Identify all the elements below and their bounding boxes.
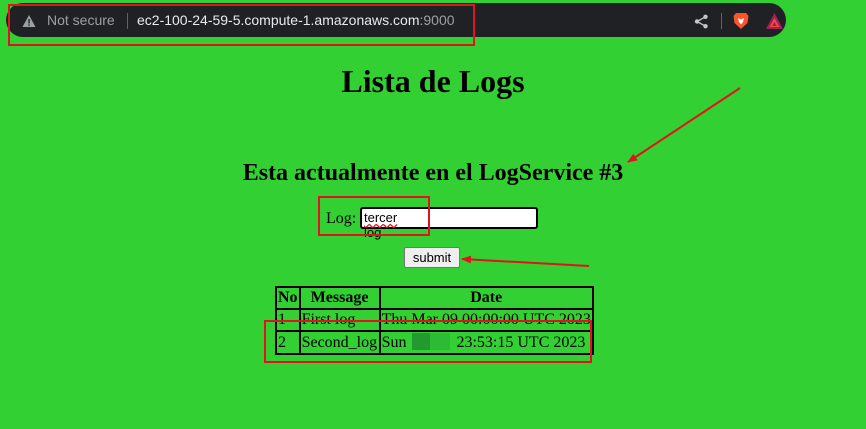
cell-no: 2 — [276, 331, 300, 354]
cell-message: First log — [299, 309, 380, 331]
redaction-block — [412, 333, 451, 350]
logs-table: No Message Date 1 First log Thu Mar 09 0… — [275, 286, 594, 355]
divider — [721, 13, 722, 29]
cell-no: 1 — [276, 309, 300, 331]
table-row: 1 First log Thu Mar 09 00:00:00 UTC 2023 — [276, 309, 593, 331]
brave-lion-icon[interactable] — [732, 12, 750, 30]
date-prefix: Sun — [381, 334, 407, 351]
url-port: :9000 — [419, 12, 455, 28]
brave-rewards-icon[interactable] — [765, 12, 784, 30]
cell-date: Sun 23:53:15 UTC 2023 — [379, 331, 593, 354]
divider — [127, 13, 128, 29]
browser-toolbar: Not secure ec2-100-24-59-5.compute-1.ama… — [0, 0, 866, 40]
log-label: Log: — [326, 210, 357, 227]
url-text[interactable]: ec2-100-24-59-5.compute-1.amazonaws.com:… — [137, 12, 455, 28]
table-row: 2 Second_log Sun 23:53:15 UTC 2023 — [276, 331, 593, 354]
security-status[interactable]: Not secure — [47, 12, 115, 28]
service-subtitle: Esta actualmente en el LogService #3 — [242, 160, 624, 186]
date-suffix: 23:53:15 UTC 2023 — [456, 334, 586, 351]
url-host: ec2-100-24-59-5.compute-1.amazonaws.com — [137, 12, 420, 28]
cell-date: Thu Mar 09 00:00:00 UTC 2023 — [379, 309, 593, 331]
header-no: No — [276, 287, 300, 309]
cell-message: Second_log — [299, 331, 380, 354]
address-bar[interactable]: Not secure ec2-100-24-59-5.compute-1.ama… — [6, 3, 786, 37]
header-date: Date — [379, 287, 593, 309]
warning-icon[interactable] — [22, 14, 36, 28]
page-title: Lista de Logs — [341, 63, 525, 99]
arrow-to-submit — [461, 255, 590, 267]
submit-button[interactable]: submit — [404, 247, 460, 268]
header-message: Message — [299, 287, 380, 309]
table-header-row: No Message Date — [276, 287, 593, 309]
log-input[interactable] — [360, 207, 538, 229]
share-icon[interactable] — [694, 14, 709, 29]
